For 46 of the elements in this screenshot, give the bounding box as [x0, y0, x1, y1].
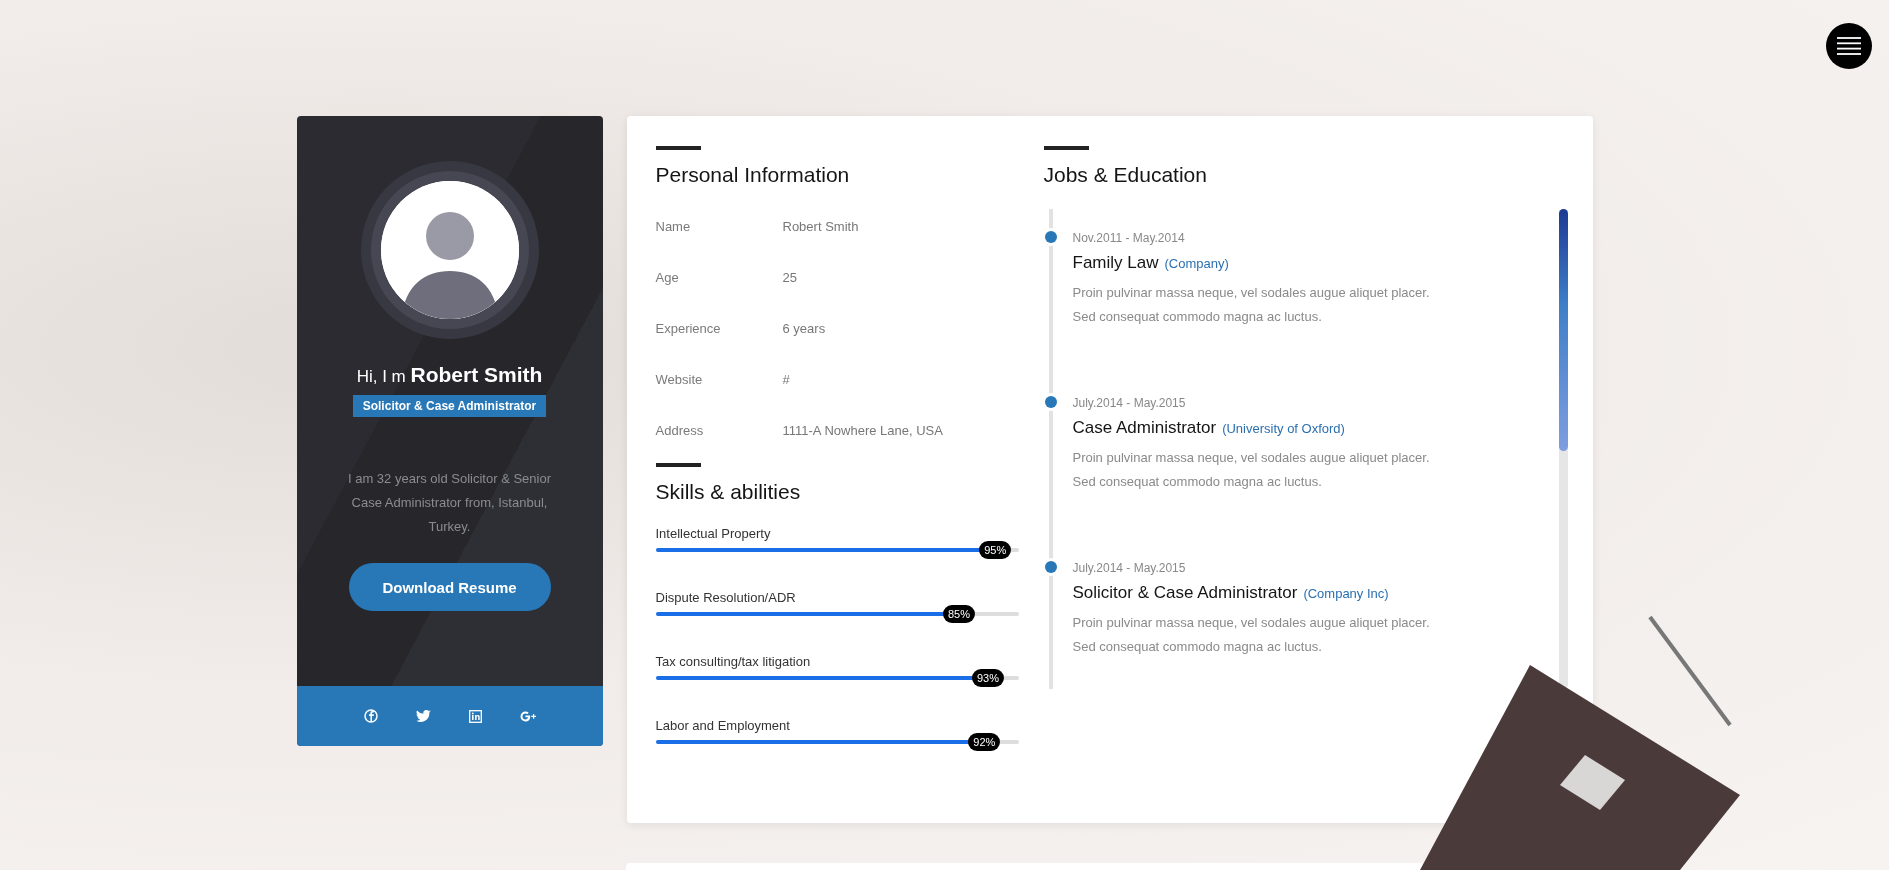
field-label: Experience: [655, 321, 722, 336]
skill-label: Tax consulting/tax litigation: [655, 654, 811, 669]
percent-badge: 92%: [968, 733, 1001, 751]
skill-label: Labor and Employment: [655, 718, 790, 733]
job-title: Case Administrator: [1072, 418, 1217, 438]
job-description: Proin pulvinar massa neque, vel sodales augue aliquet placer. Sed consequat commodo magna ac luctus.: [1072, 284, 1431, 326]
organization-label: (Company): [1164, 256, 1229, 271]
job-title: Family Law: [1072, 253, 1159, 273]
section-heading: Skills & abilities: [655, 480, 802, 504]
timeline-dot: [1044, 561, 1057, 573]
date-range: July.2014 - May.2015: [1072, 561, 1187, 575]
date-range: Nov.2011 - May.2014: [1072, 231, 1186, 245]
timeline-dot: [1044, 396, 1057, 408]
field-value: 1111-A Nowhere Lane, USA: [782, 423, 943, 438]
percent-badge: 85%: [942, 605, 975, 623]
bio-text: I am 32 years old Solicitor & Senior Case Administrator from, Istanbul, Turkey.: [346, 470, 552, 536]
field-label: Name: [655, 219, 692, 234]
menu-icon: [1837, 37, 1861, 55]
section-heading: Personal Information: [655, 163, 851, 187]
timeline-dot: [1044, 231, 1057, 243]
percent-badge: 95%: [979, 541, 1012, 559]
scrollbar[interactable]: [1558, 209, 1568, 689]
greeting-heading: Hi, I m Robert Smith: [356, 363, 543, 387]
download-resume-button[interactable]: Download Resume: [348, 563, 551, 611]
date-range: July.2014 - May.2015: [1072, 396, 1187, 410]
skill-label: Intellectual Property: [655, 526, 771, 541]
role-label: Solicitor & Case Administrator: [352, 395, 547, 417]
organization-label: (Company Inc): [1303, 586, 1389, 601]
organization-label: (University of Oxford): [1222, 421, 1345, 436]
linkedin-icon[interactable]: [468, 709, 482, 723]
facebook-icon[interactable]: [363, 709, 378, 723]
field-label: Address: [655, 423, 705, 438]
job-description: Proin pulvinar massa neque, vel sodales augue aliquet placer. Sed consequat commodo magna ac luctus.: [1072, 614, 1431, 656]
field-value: Robert Smith: [782, 219, 859, 234]
skill-label: Dispute Resolution/ADR: [655, 590, 796, 605]
job-title: Solicitor & Case Administrator: [1072, 583, 1298, 603]
google-plus-icon[interactable]: [519, 710, 536, 722]
percent-badge: 93%: [971, 669, 1004, 687]
field-value: #: [782, 372, 790, 387]
section-heading: Jobs & Education: [1043, 163, 1208, 187]
bird-icon[interactable]: [415, 709, 431, 723]
field-value: 25: [782, 270, 797, 285]
job-description: Proin pulvinar massa neque, vel sodales augue aliquet placer. Sed consequat commodo magna ac luctus.: [1072, 449, 1431, 491]
field-label: Age: [655, 270, 680, 285]
field-label: Website: [655, 372, 704, 387]
field-value: 6 years: [782, 321, 826, 336]
